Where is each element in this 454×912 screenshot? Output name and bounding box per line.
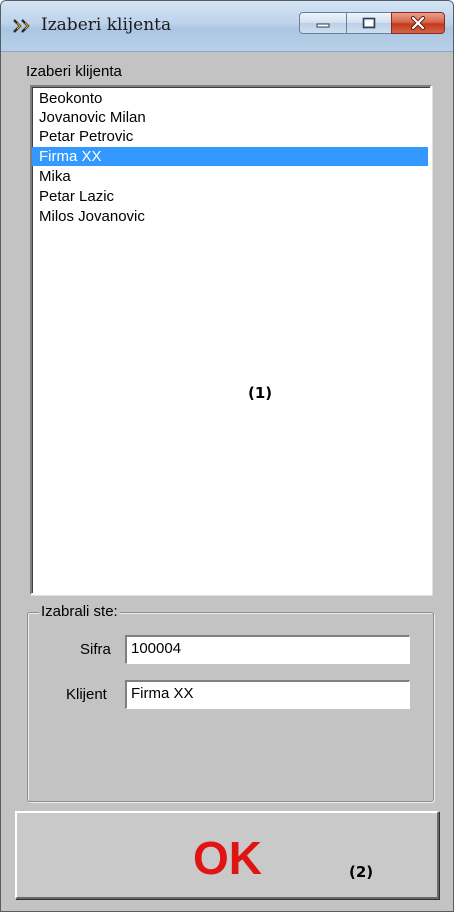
ok-button-label: OK xyxy=(193,832,262,884)
maximize-icon xyxy=(362,17,376,29)
caption-buttons xyxy=(299,12,445,36)
ok-button[interactable]: OK (2) xyxy=(15,811,439,899)
list-item[interactable]: Milos Jovanovic xyxy=(32,207,428,226)
klijent-field[interactable]: Firma XX xyxy=(125,680,410,709)
list-item[interactable]: Mika xyxy=(32,167,428,186)
sifra-field[interactable]: 100004 xyxy=(125,635,410,664)
client-list-label: Izaberi klijenta xyxy=(26,63,122,80)
double-chevron-app-icon xyxy=(13,18,35,34)
list-item[interactable]: Petar Lazic xyxy=(32,187,428,206)
sifra-label: Sifra xyxy=(80,641,111,658)
klijent-label: Klijent xyxy=(66,686,107,703)
window-title: Izaberi klijenta xyxy=(41,15,172,35)
close-button[interactable] xyxy=(391,12,445,34)
close-icon xyxy=(411,16,425,30)
dialog-window: Izaberi klijenta Izaberi klijenta Beokon… xyxy=(0,0,454,912)
maximize-button[interactable] xyxy=(346,12,392,34)
title-bar[interactable]: Izaberi klijenta xyxy=(1,1,453,52)
minimize-button[interactable] xyxy=(299,12,347,34)
minimize-icon xyxy=(316,23,330,28)
list-item[interactable]: Jovanovic Milan xyxy=(32,108,428,127)
annotation-1: (1) xyxy=(248,384,273,402)
list-item[interactable]: Beokonto xyxy=(32,89,428,108)
client-listbox[interactable]: Beokonto Jovanovic Milan Petar Petrovic … xyxy=(30,85,432,595)
annotation-2: (2) xyxy=(349,863,374,881)
list-item-selected[interactable]: Firma XX xyxy=(32,147,428,166)
list-item[interactable]: Petar Petrovic xyxy=(32,127,428,146)
groupbox-legend: Izabrali ste: xyxy=(39,603,120,620)
